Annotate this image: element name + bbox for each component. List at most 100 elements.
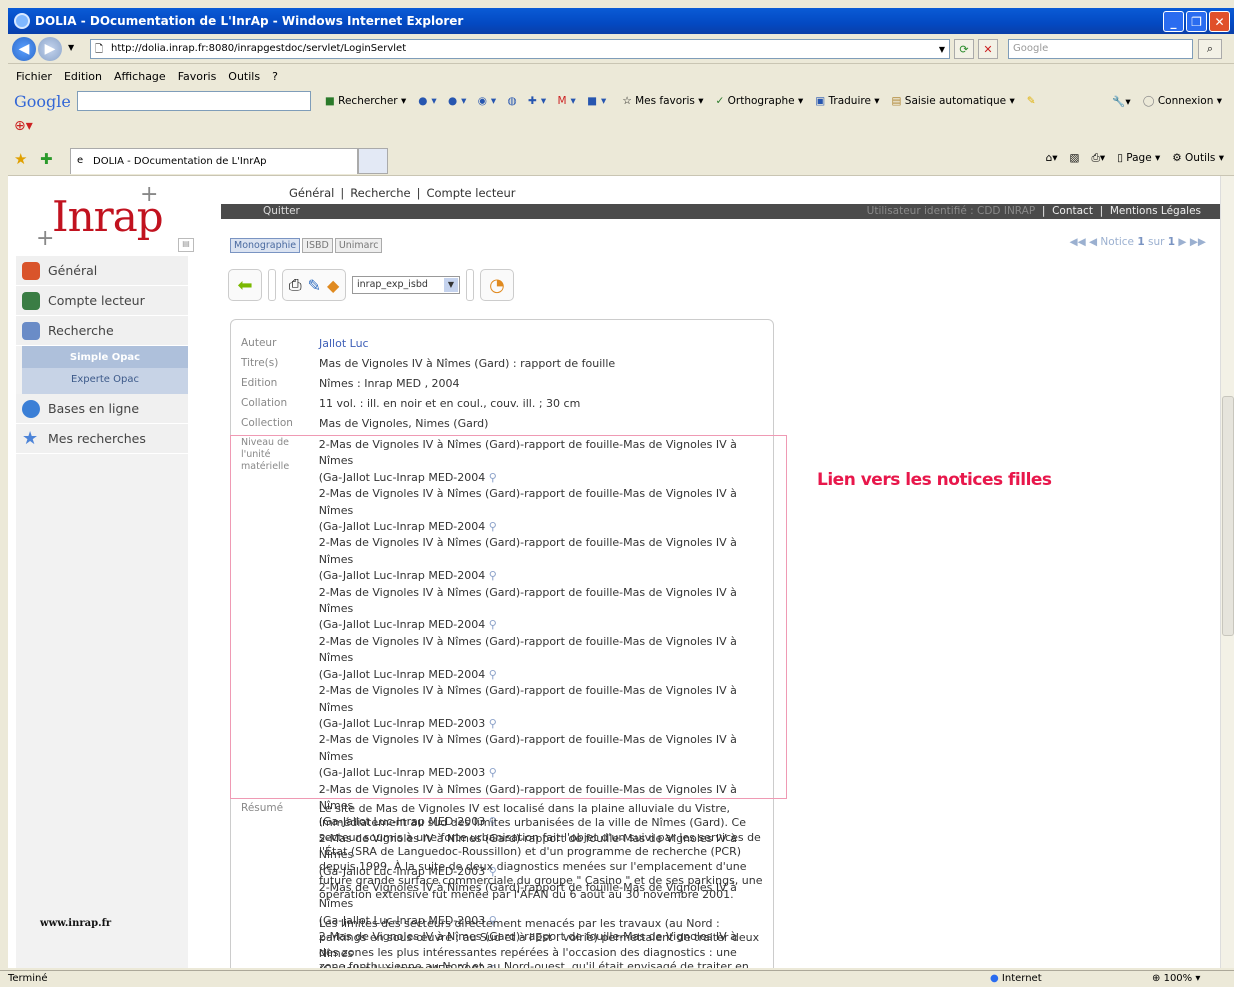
first-notice-icon[interactable]: ◀◀ (1070, 236, 1086, 248)
history-dropdown-icon[interactable]: ▼ (68, 43, 74, 52)
sidebar-sub-simple-opac[interactable]: Simple Opac (22, 346, 188, 368)
chevron-down-icon: ▼ (444, 278, 458, 292)
resume-paragraph: Les limites des secteurs directement men… (319, 916, 760, 968)
nav-general[interactable]: Général (289, 186, 334, 200)
user-info: Utilisateur identifié : CDD INRAP (866, 205, 1036, 217)
page-menu[interactable]: ▯ Page ▾ (1117, 152, 1160, 165)
zoom-control[interactable]: ⊕ 100% ▾ (1152, 973, 1200, 984)
prev-notice-icon[interactable]: ◀ (1089, 236, 1097, 248)
tab-isbd[interactable]: ISBD (302, 238, 333, 253)
translate-button[interactable]: ▣ Traduire ▾ (815, 95, 879, 107)
logo-plus-icon-2: + (36, 226, 55, 251)
print-record-icon[interactable]: ⎙ (289, 275, 302, 295)
addon-icon[interactable]: ⊕▾ (14, 118, 33, 134)
google-search-input[interactable] (76, 91, 311, 111)
forward-icon[interactable]: ▶ (38, 37, 62, 61)
zoom-level: 100% (1163, 973, 1193, 984)
address-bar[interactable]: 🗋 http://dolia.inrap.fr:8080/inrapgestdoc… (90, 39, 950, 59)
autofill-label: Saisie automatique (904, 95, 1007, 107)
tools-menu-label: Outils (1185, 152, 1216, 164)
close-button[interactable]: ✕ (1209, 11, 1230, 32)
field-value: Mas de Vignoles IV à Nîmes (Gard) : rapp… (319, 357, 616, 370)
field-label: Collation (241, 397, 288, 409)
feeds-icon[interactable]: ▧ (1070, 152, 1080, 165)
vertical-scrollbar[interactable] (1220, 176, 1234, 968)
export-format-select[interactable]: inrap_exp_isbd ▼ (352, 276, 460, 294)
tools-menu[interactable]: ⚙ Outils ▾ (1172, 152, 1224, 165)
sidebar-item-recherche[interactable]: Recherche (16, 316, 188, 346)
menu-outils[interactable]: Outils (228, 70, 260, 83)
mentions-link[interactable]: Mentions Légales (1110, 205, 1201, 217)
print-export-group: ⎙ ✎ ◆ (282, 269, 346, 301)
back-icon[interactable]: ◀ (12, 37, 36, 61)
author-link[interactable]: Jallot Luc (319, 337, 369, 350)
tab-monographie[interactable]: Monographie (230, 238, 301, 253)
google-logo: Google (14, 91, 71, 111)
sidebar-sub-experte-opac[interactable]: Experte Opac (22, 368, 188, 390)
tab-title: DOLIA - DOcumentation de L'InrAp (93, 156, 267, 167)
tab-dolia[interactable]: e DOLIA - DOcumentation de L'InrAp (70, 148, 358, 174)
spellcheck-button[interactable]: ✓ Orthographe ▾ (716, 95, 804, 107)
star-outline-icon: ☆ (622, 95, 632, 107)
search-icon[interactable]: ⌕ (1198, 39, 1222, 59)
scrollbar-thumb[interactable] (1222, 396, 1234, 636)
menu-fichier[interactable]: Fichier (16, 70, 52, 83)
field-row-resume: Résumé Le site de Mas de Vignoles IV est… (241, 802, 765, 968)
menu-help[interactable]: ? (272, 70, 278, 83)
highlighter-icon[interactable]: ✎ (1027, 95, 1036, 107)
sidebar-item-compte-lecteur[interactable]: Compte lecteur (16, 286, 188, 316)
google-toolbar: Google ■ Rechercher ▾ ●▾ ●▾ ◉▾ ◍ ✚▾ M▾ ■… (8, 86, 1234, 116)
stop-icon[interactable]: ✕ (978, 39, 998, 59)
sidebar-item-mes-recherches[interactable]: ★ Mes recherches (16, 424, 188, 454)
sidebar-item-label: Bases en ligne (48, 401, 140, 416)
home-icon[interactable]: ⌂▾ (1046, 152, 1058, 165)
add-favorite-icon[interactable]: ✚ (40, 150, 53, 168)
quitter-link[interactable]: Quitter (263, 204, 300, 219)
nav-recherche[interactable]: Recherche (350, 186, 410, 200)
autofill-button[interactable]: ▤ Saisie automatique ▾ (892, 95, 1015, 107)
minimize-button[interactable]: _ (1163, 11, 1184, 32)
print-icon[interactable]: ⎙▾ (1091, 152, 1105, 165)
next-notice-icon[interactable]: ▶ (1178, 236, 1186, 248)
field-label: Titre(s) (241, 357, 279, 369)
maximize-button[interactable]: ❐ (1186, 11, 1207, 32)
export-format-value: inrap_exp_isbd (357, 279, 428, 290)
sidebar-item-bases-en-ligne[interactable]: Bases en ligne (16, 394, 188, 424)
new-tab-button[interactable] (358, 148, 388, 174)
google-toolbar-icons[interactable]: ●▾ ●▾ ◉▾ ◍ ✚▾ M▾ ■▾ (418, 95, 610, 107)
page-menu-label: Page (1126, 152, 1152, 164)
favorites-button[interactable]: ☆ Mes favoris ▾ (622, 95, 703, 107)
google-search-icon: ■ (324, 95, 335, 107)
edit-icon[interactable]: ✎ (308, 276, 321, 295)
nav-compte-lecteur[interactable]: Compte lecteur (426, 186, 515, 200)
refresh-icon[interactable]: ⟳ (954, 39, 974, 59)
field-label: Collection (241, 417, 293, 429)
export-icon[interactable]: ◆ (327, 276, 339, 295)
page-icon: 🗋 (95, 44, 104, 55)
back-arrow-icon[interactable]: ⬅ (228, 269, 262, 301)
google-search-button[interactable]: ■ Rechercher ▾ (325, 95, 406, 107)
menu-edition[interactable]: Edition (64, 70, 102, 83)
field-value: Nîmes : Inrap MED , 2004 (319, 377, 460, 390)
sidebar-toggle-icon[interactable]: ▤ (178, 238, 194, 252)
last-notice-icon[interactable]: ▶▶ (1190, 236, 1206, 248)
inrap-website-link[interactable]: www.inrap.fr (40, 918, 111, 929)
tab-unimarc[interactable]: Unimarc (334, 238, 383, 253)
menu-favoris[interactable]: Favoris (178, 70, 217, 83)
menu-bar: Fichier Edition Affichage Favoris Outils… (8, 66, 1234, 86)
basket-icon[interactable]: ◔ (480, 269, 514, 301)
field-row: Collection Mas de Vignoles, Nimes (Gard) (241, 417, 488, 430)
autofill-icon: ▤ (891, 95, 902, 107)
connexion-button[interactable]: ◯ Connexion ▾ (1143, 95, 1222, 107)
settings-wrench-icon[interactable]: 🔧▾ (1112, 95, 1130, 108)
sidebar-item-general[interactable]: Général (16, 256, 188, 286)
translate-label: Traduire (828, 95, 871, 107)
field-label: Auteur (241, 337, 277, 349)
favorites-star-icon[interactable]: ★ (14, 150, 27, 168)
tab-ie-icon: e (77, 155, 84, 166)
zone-indicator: ● Internet (990, 973, 1042, 984)
search-input[interactable]: Google (1008, 39, 1193, 59)
address-dropdown-icon[interactable]: ▼ (932, 39, 952, 59)
contact-link[interactable]: Contact (1052, 205, 1093, 217)
menu-affichage[interactable]: Affichage (114, 70, 166, 83)
